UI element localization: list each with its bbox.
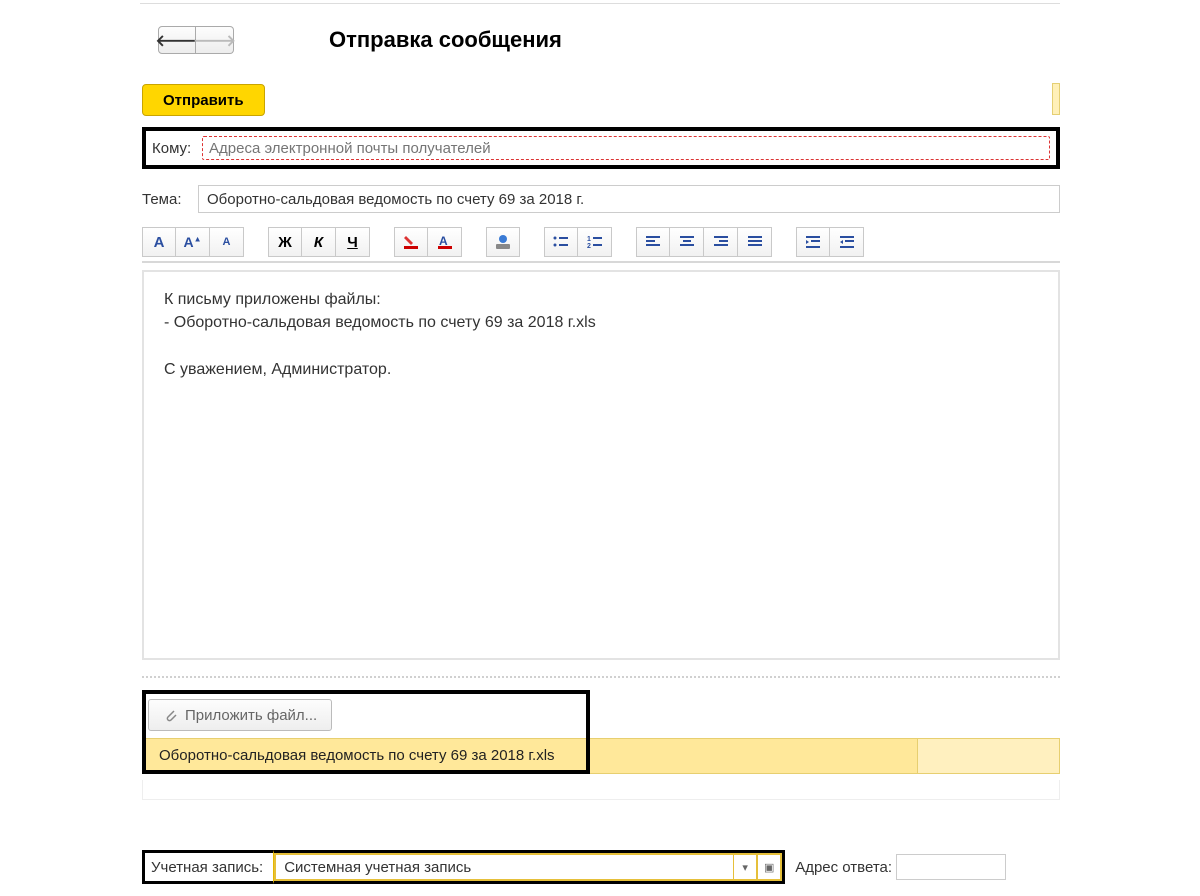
italic-button[interactable]: К	[302, 227, 336, 257]
page-title: Отправка сообщения	[329, 27, 562, 53]
highlight-color-button[interactable]	[394, 227, 428, 257]
font-decrease-icon: A	[223, 236, 231, 248]
attach-file-button[interactable]: Приложить файл...	[148, 699, 332, 731]
font-increase-icon: A▲	[183, 234, 201, 250]
open-icon: ▣	[764, 861, 774, 874]
account-open-button[interactable]: ▣	[758, 853, 782, 881]
body-line-3: С уважением, Администратор.	[164, 358, 1038, 381]
align-left-icon	[645, 235, 661, 249]
account-input[interactable]: Системная учетная запись	[274, 853, 734, 881]
align-right-icon	[713, 235, 729, 249]
body-line-1: К письму приложены файлы:	[164, 288, 1038, 311]
bullet-list-icon	[553, 235, 569, 249]
arrow-right-icon: 🡒	[193, 30, 236, 51]
outdent-button[interactable]	[830, 227, 864, 257]
font-color-icon: A	[437, 234, 453, 250]
underline-button[interactable]: Ч	[336, 227, 370, 257]
account-field-highlight: Системная учетная запись ▾ ▣	[273, 850, 785, 884]
insert-link-button[interactable]	[486, 227, 520, 257]
indent-icon	[805, 235, 821, 249]
highlight-icon	[403, 234, 419, 250]
to-input[interactable]	[202, 136, 1050, 160]
nav-forward-button[interactable]: 🡒	[196, 26, 234, 54]
reply-address-input[interactable]	[896, 854, 1006, 880]
align-left-button[interactable]	[636, 227, 670, 257]
arrow-left-icon: 🡐	[156, 30, 199, 51]
outdent-icon	[839, 235, 855, 249]
svg-text:A: A	[439, 234, 448, 248]
align-center-button[interactable]	[670, 227, 704, 257]
reply-address-label: Адрес ответа:	[795, 859, 892, 876]
attachment-list-area	[918, 738, 1060, 774]
italic-icon: К	[314, 234, 323, 251]
align-center-icon	[679, 235, 695, 249]
editor-toolbar: A A▲ A Ж К Ч A 12	[142, 225, 1060, 263]
align-right-button[interactable]	[704, 227, 738, 257]
underline-icon: Ч	[347, 234, 358, 251]
align-justify-icon	[747, 235, 763, 249]
link-icon	[494, 234, 512, 250]
body-line-2: - Оборотно-сальдовая ведомость по счету …	[164, 311, 1038, 334]
font-button-1[interactable]: A	[142, 227, 176, 257]
toolbar-edge	[1052, 83, 1060, 115]
font-button-2[interactable]: A▲	[176, 227, 210, 257]
svg-text:1: 1	[587, 236, 591, 243]
font-a-icon: A	[154, 234, 165, 251]
align-justify-button[interactable]	[738, 227, 772, 257]
font-color-button[interactable]: A	[428, 227, 462, 257]
subject-input[interactable]	[198, 185, 1060, 213]
indent-button[interactable]	[796, 227, 830, 257]
numbered-list-button[interactable]: 12	[578, 227, 612, 257]
account-label: Учетная запись:	[142, 850, 273, 884]
nav-back-button[interactable]: 🡐	[158, 26, 196, 54]
bullet-list-button[interactable]	[544, 227, 578, 257]
message-body-editor[interactable]: К письму приложены файлы: - Оборотно-сал…	[142, 270, 1060, 660]
attachment-item[interactable]: Оборотно-сальдовая ведомость по счету 69…	[142, 738, 918, 774]
bold-icon: Ж	[278, 234, 292, 251]
numbered-list-icon: 12	[587, 235, 603, 249]
svg-text:2: 2	[587, 243, 591, 249]
account-dropdown-button[interactable]: ▾	[734, 853, 758, 881]
caret-down-icon: ▾	[742, 861, 748, 874]
send-button[interactable]: Отправить	[142, 84, 265, 116]
bold-button[interactable]: Ж	[268, 227, 302, 257]
to-label: Кому:	[152, 140, 202, 157]
attach-button-label: Приложить файл...	[185, 707, 317, 724]
subject-label: Тема:	[142, 191, 192, 208]
to-field-highlight: Кому:	[142, 127, 1060, 169]
font-button-3[interactable]: A	[210, 227, 244, 257]
paperclip-icon	[163, 707, 177, 723]
